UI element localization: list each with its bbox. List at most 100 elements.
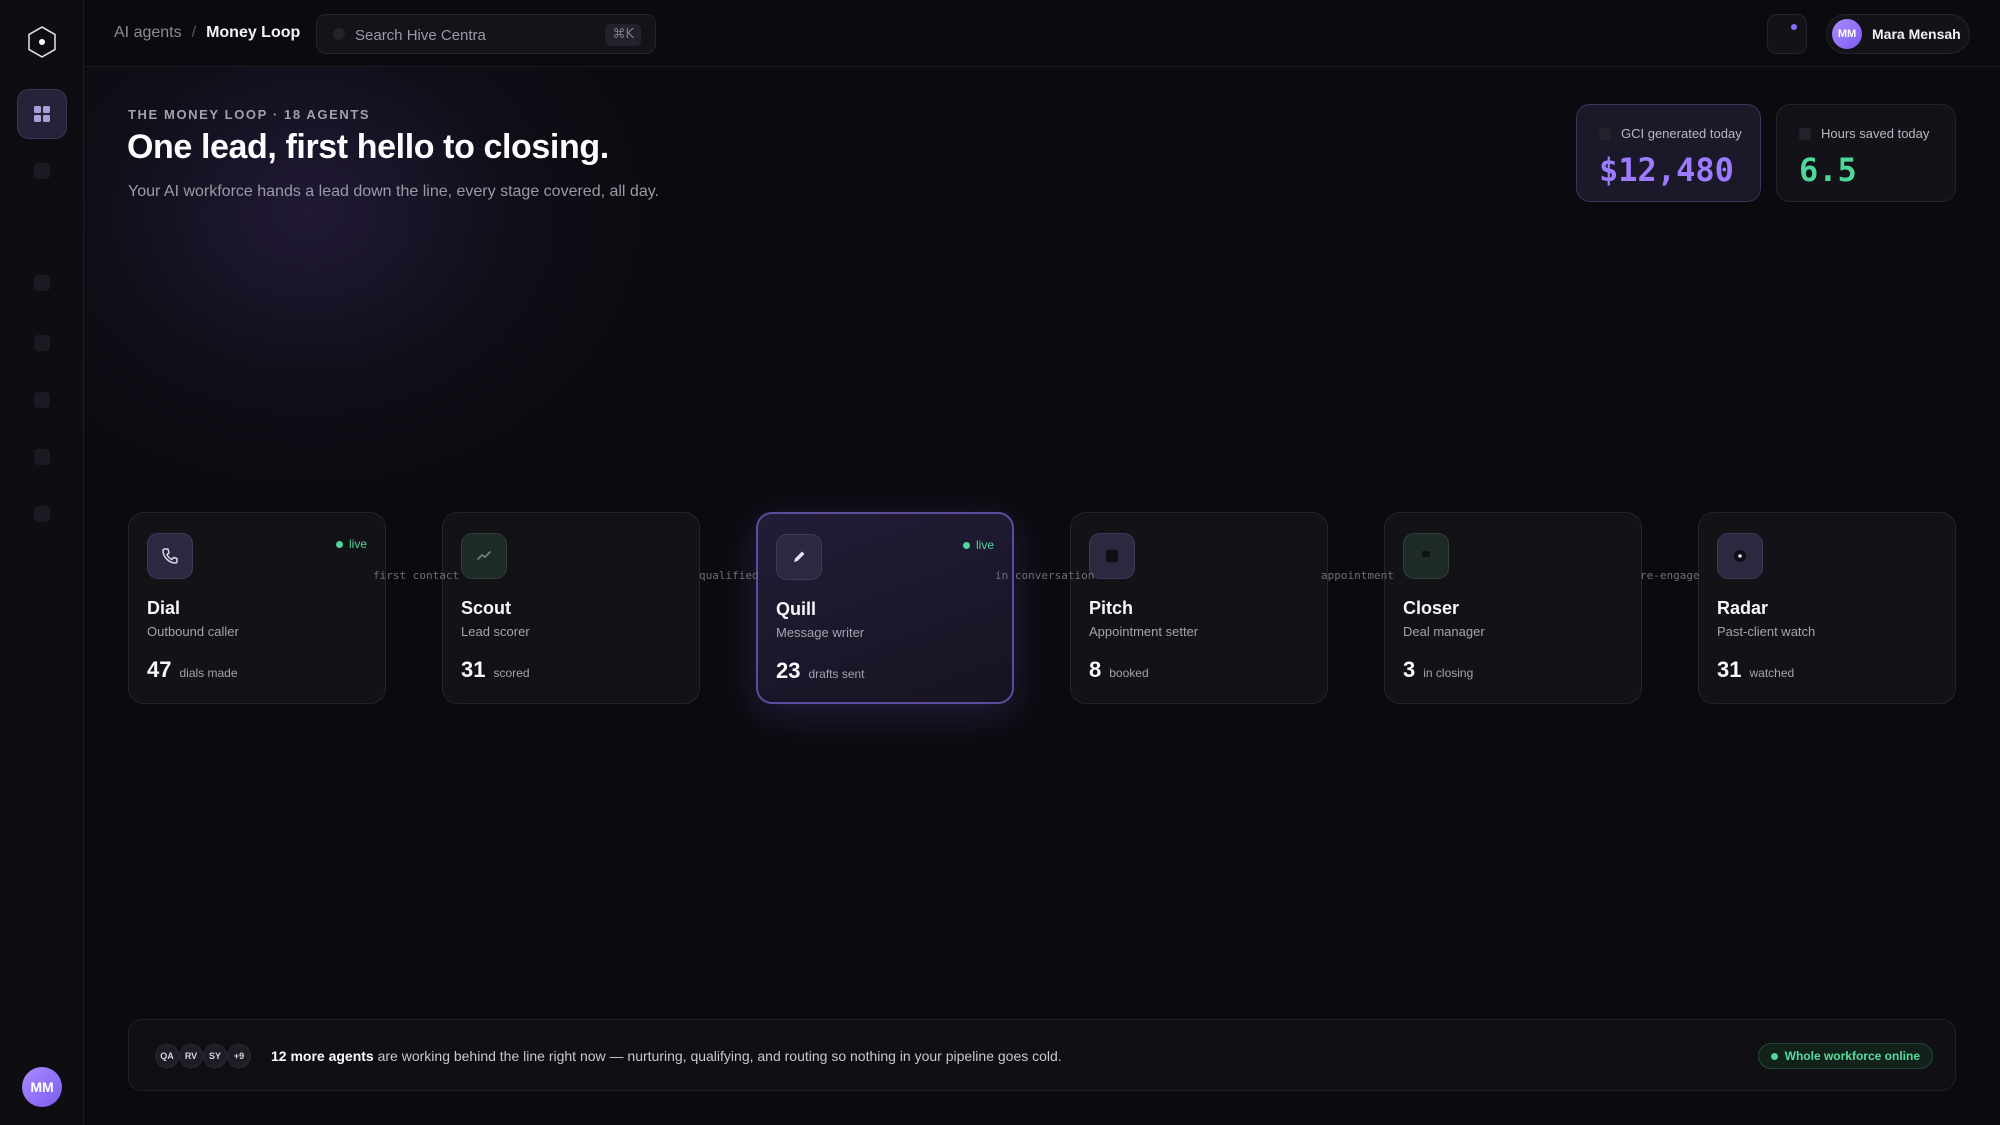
connector-label: first contact	[373, 569, 460, 582]
agent-role: Lead scorer	[461, 624, 530, 639]
agent-card-pitch[interactable]: Pitch Appointment setter 8 booked	[1070, 512, 1328, 704]
agent-card-scout[interactable]: Scout Lead scorer 31 scored	[442, 512, 700, 704]
pencil-icon	[776, 534, 822, 580]
avatar: SY	[203, 1044, 227, 1068]
notifications-button[interactable]	[1767, 14, 1807, 54]
banner-highlight: 12 more agents	[271, 1048, 374, 1064]
search-icon	[333, 28, 345, 40]
phone-icon	[147, 533, 193, 579]
connector-label: appointment	[1321, 569, 1394, 582]
metric-count: 23	[776, 658, 801, 683]
agent-role: Message writer	[776, 625, 865, 640]
status-badge: Whole workforce online	[1757, 1043, 1933, 1069]
agent-card-dial[interactable]: live Dial Outbound caller 47 dials made	[128, 512, 386, 704]
stat-hours: Hours saved today 6.5	[1776, 104, 1956, 202]
users-icon	[34, 163, 50, 179]
sidebar: MM	[0, 0, 84, 1125]
nav-calendar[interactable]	[17, 432, 67, 482]
breadcrumb-parent[interactable]: AI agents	[114, 24, 182, 42]
page-subtitle: Your AI workforce hands a lead down the …	[128, 183, 659, 200]
banner-body: are working behind the line right now — …	[373, 1048, 1062, 1064]
connector-label: qualified	[699, 569, 759, 582]
banner-text: 12 more agents are working behind the li…	[271, 1048, 1062, 1064]
flag-icon	[1403, 533, 1449, 579]
sidebar-avatar[interactable]: MM	[22, 1067, 62, 1107]
live-status: live	[962, 538, 994, 552]
live-status: live	[335, 537, 367, 551]
metric-count: 47	[147, 657, 172, 682]
search-shortcut: ⌘K	[605, 24, 641, 46]
metric-unit: dials made	[179, 666, 238, 680]
agent-role: Appointment setter	[1089, 624, 1199, 639]
agent-card-radar[interactable]: Radar Past-client watch 31 watched	[1698, 512, 1956, 704]
avatar: MM	[1832, 19, 1862, 49]
avatar-overflow: +9	[227, 1044, 251, 1068]
agent-role: Past-client watch	[1717, 624, 1816, 639]
nav-agents[interactable]	[17, 146, 67, 196]
agent-name: Dial	[147, 598, 181, 618]
topbar: AI agents / Money Loop ⌘K MM Mara Mensah	[84, 0, 2000, 67]
trend-icon	[1599, 128, 1611, 140]
metric-count: 31	[1717, 657, 1742, 682]
tasks-icon	[34, 392, 50, 408]
metric-unit: watched	[1749, 666, 1795, 680]
hive-logo-icon[interactable]	[25, 25, 59, 59]
user-menu[interactable]: MM Mara Mensah	[1826, 14, 1970, 54]
search-input[interactable]	[355, 24, 595, 46]
stat-label: GCI generated today	[1621, 126, 1742, 141]
metric-unit: scored	[493, 666, 530, 680]
breadcrumb-current: Money Loop	[206, 24, 301, 41]
metric-unit: booked	[1109, 666, 1149, 680]
nav-settings[interactable]	[17, 489, 67, 539]
live-dot	[335, 540, 343, 548]
connector-label: in conversation	[995, 569, 1095, 582]
agent-metric: 3 in closing	[1403, 657, 1473, 683]
breadcrumb-separator: /	[191, 24, 197, 41]
stat-value: $12,480	[1599, 151, 1734, 189]
metric-count: 31	[461, 657, 486, 682]
live-label: live	[348, 537, 367, 551]
agent-name: Radar	[1717, 598, 1769, 618]
agent-name: Scout	[461, 598, 512, 618]
metric-count: 8	[1089, 657, 1102, 682]
metric-unit: in closing	[1423, 666, 1474, 680]
agent-name: Closer	[1403, 598, 1460, 618]
gear-icon	[34, 506, 50, 522]
agent-name: Pitch	[1089, 598, 1134, 618]
agent-metric: 31 scored	[461, 657, 530, 683]
connector-label: re-engage	[1640, 569, 1700, 582]
agent-metric: 31 watched	[1717, 657, 1794, 683]
clock-icon	[1799, 128, 1811, 140]
stat-label: Hours saved today	[1821, 126, 1930, 141]
workforce-banner: QA RV SY +9 12 more agents are working b…	[128, 1019, 1956, 1091]
nav-dashboard[interactable]	[17, 89, 67, 139]
nav-tasks[interactable]	[17, 375, 67, 425]
user-name: Mara Mensah	[1872, 26, 1961, 42]
agent-role: Deal manager	[1403, 624, 1485, 639]
agent-metric: 23 drafts sent	[776, 658, 865, 684]
agent-card-quill[interactable]: live Quill Message writer 23 drafts sent	[756, 512, 1014, 704]
grid-icon	[34, 106, 50, 122]
calendar-icon	[1089, 533, 1135, 579]
live-label: live	[975, 538, 994, 552]
avatar: QA	[155, 1044, 179, 1068]
agent-card-closer[interactable]: Closer Deal manager 3 in closing	[1384, 512, 1642, 704]
page-eyebrow: THE MONEY LOOP · 18 AGENTS	[128, 107, 371, 122]
avatar: RV	[179, 1044, 203, 1068]
search-box[interactable]: ⌘K	[316, 14, 656, 54]
nav-messages[interactable]	[17, 258, 67, 308]
online-dot	[1770, 1052, 1778, 1060]
live-dot	[962, 541, 970, 549]
message-icon	[34, 275, 50, 291]
metric-count: 3	[1403, 657, 1416, 682]
stat-gci: GCI generated today $12,480	[1576, 104, 1761, 202]
agent-avatar-stack: QA RV SY +9	[155, 1044, 251, 1068]
trend-icon	[461, 533, 507, 579]
nav-leads[interactable]	[17, 318, 67, 368]
leads-icon	[34, 335, 50, 351]
page-title: One lead, first hello to closing.	[127, 128, 609, 166]
stat-value: 6.5	[1799, 151, 1857, 189]
agent-metric: 47 dials made	[147, 657, 238, 683]
notification-badge	[1791, 24, 1797, 30]
metric-unit: drafts sent	[808, 667, 865, 681]
